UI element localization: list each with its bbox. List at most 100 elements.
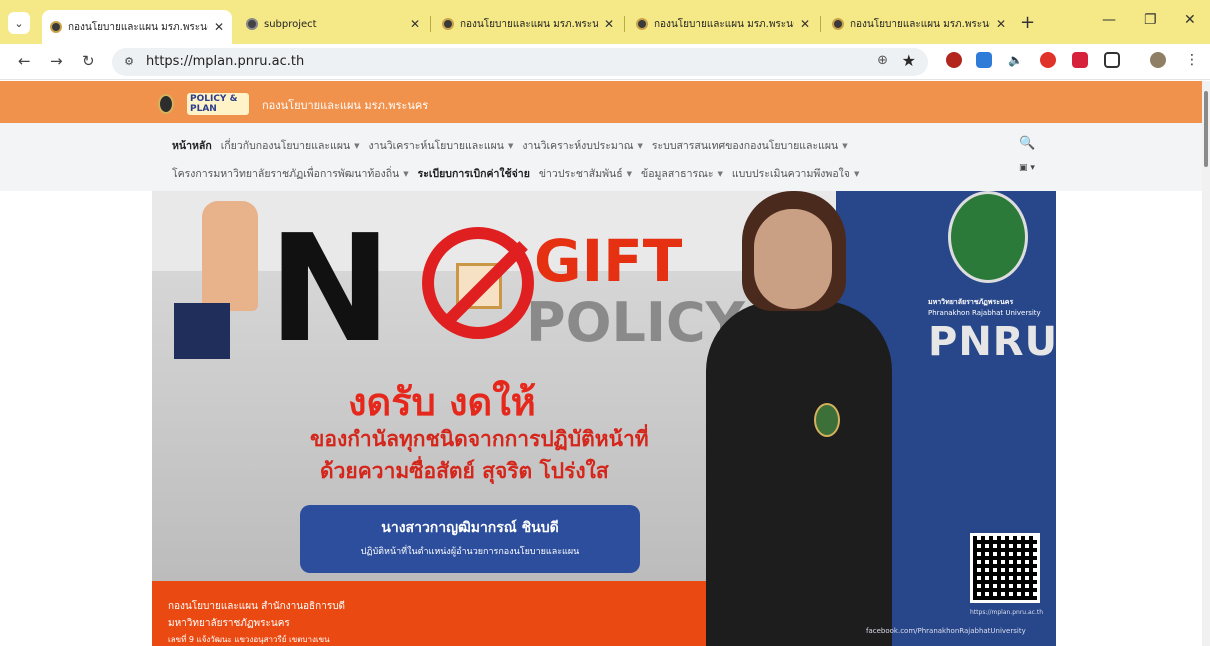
- chevron-down-icon: ▼: [853, 169, 860, 178]
- reload-icon[interactable]: ↻: [82, 52, 95, 70]
- subheadline-line-2: ของกำนัลทุกชนิดจากการปฏิบัติหน้าที่: [310, 427, 649, 451]
- menu-item-label: แบบประเมินความพึงพอใจ: [731, 168, 850, 180]
- menu-item-label: เกี่ยวกับกองนโยบายและแผน: [220, 140, 351, 152]
- university-seal-icon[interactable]: [158, 94, 174, 114]
- person-name: นางสาวกาญฒิมากรณ์ ชินบดี: [381, 520, 559, 536]
- menu-item[interactable]: เกี่ยวกับกองนโยบายและแผน ▼: [221, 137, 360, 154]
- qr-url: https://mplan.pnru.ac.th: [970, 609, 1044, 616]
- tab-4[interactable]: กองนโยบายและแผน มรภ.พระนคร ✕: [628, 10, 818, 38]
- university-seal-large: [948, 191, 1028, 283]
- menu-item-label: ระบบสารสนเทศของกองนโยบายและแผน: [651, 140, 839, 152]
- more-menu-icon[interactable]: ⋮: [1184, 52, 1200, 68]
- minimize-button[interactable]: —: [1102, 12, 1116, 28]
- pnru-wordmark: PNRU: [928, 319, 1056, 365]
- chevron-down-icon: ▼: [403, 169, 409, 178]
- site-header: POLICY & PLAN กองนโยบายและแผน มรภ.พระนคร: [0, 81, 1202, 123]
- menu-item[interactable]: หน้าหลัก: [172, 137, 212, 154]
- menu-item[interactable]: โครงการมหาวิทยาลัยราชภัฏเพื่อการพัฒนาท้อ…: [172, 165, 409, 182]
- site-info-icon[interactable]: ⚙: [120, 53, 138, 71]
- close-icon[interactable]: ✕: [214, 20, 224, 34]
- tab-title: กองนโยบายและแผน มรภ.พระนคร: [654, 18, 794, 30]
- search-icon[interactable]: 🔍: [1019, 136, 1035, 151]
- extension-icon[interactable]: [976, 52, 992, 68]
- language-icon[interactable]: ▣ ▾: [1019, 163, 1035, 173]
- profile-avatar[interactable]: [1150, 52, 1166, 68]
- gift-text: GIFT: [534, 227, 683, 295]
- name-box: นางสาวกาญฒิมากรณ์ ชินบดี ปฏิบัติหน้าที่ใ…: [300, 505, 640, 573]
- stop-hand-image: [202, 201, 258, 311]
- lapel-badge-icon: [814, 403, 840, 437]
- menu-item-label: งานวิเคราะห์งบประมาณ: [522, 140, 634, 152]
- back-icon[interactable]: ←: [18, 52, 31, 70]
- chevron-down-icon: ▼: [717, 169, 723, 178]
- seal-icon: [50, 21, 62, 33]
- scrollbar[interactable]: [1202, 81, 1210, 646]
- menu-item-label: ข่าวประชาสัมพันธ์: [538, 168, 623, 180]
- address-bar[interactable]: ⚙ https://mplan.pnru.ac.th ⊕ ★: [112, 48, 928, 76]
- face: [754, 209, 832, 309]
- tab-2[interactable]: subproject ✕: [238, 10, 428, 38]
- no-letter-n: N: [268, 203, 392, 375]
- policy-plan-logo[interactable]: POLICY & PLAN: [187, 93, 249, 115]
- footer-line-1: กองนโยบายและแผน สำนักงานอธิการบดี: [168, 601, 346, 612]
- browser-toolbar: ← → ↻ ⚙ https://mplan.pnru.ac.th ⊕ ★: [0, 44, 1210, 80]
- close-window-button[interactable]: ✕: [1184, 12, 1196, 28]
- seal-icon: [636, 18, 648, 30]
- prohibition-slash: [440, 241, 528, 329]
- menu-item[interactable]: แบบประเมินความพึงพอใจ ▼: [732, 165, 859, 182]
- extensions-puzzle-icon[interactable]: [1104, 52, 1120, 68]
- chevron-down-icon: ▼: [354, 141, 360, 150]
- close-icon[interactable]: ✕: [410, 17, 420, 31]
- ublock-icon[interactable]: [946, 52, 962, 68]
- menu-item[interactable]: งานวิเคราะห์นโยบายและแผน ▼: [369, 137, 514, 154]
- extension-shield-icon[interactable]: [1040, 52, 1056, 68]
- menu-item[interactable]: งานวิเคราะห์งบประมาณ ▼: [522, 137, 643, 154]
- person-role: ปฏิบัติหน้าที่ในตำแหน่งผู้อำนวยการกองนโย…: [360, 547, 580, 557]
- menu-item[interactable]: ข่าวประชาสัมพันธ์ ▼: [539, 165, 632, 182]
- close-icon[interactable]: ✕: [800, 17, 810, 31]
- url-text[interactable]: https://mplan.pnru.ac.th: [146, 54, 304, 69]
- menu-item[interactable]: ระเบียบการเบิกค่าใช้จ่าย: [418, 165, 530, 182]
- seal-icon: [442, 18, 454, 30]
- site-name[interactable]: กองนโยบายและแผน มรภ.พระนคร: [262, 96, 428, 114]
- extension-red-icon[interactable]: [1072, 52, 1088, 68]
- menu-item-label: งานวิเคราะห์นโยบายและแผน: [368, 140, 504, 152]
- tab-title: subproject: [264, 18, 317, 30]
- chevron-down-icon: ▼: [637, 141, 643, 150]
- seal-icon: [832, 18, 844, 30]
- main-menu: หน้าหลัก เกี่ยวกับกองนโยบายและแผน ▼ งานวิเค…: [0, 123, 1202, 191]
- qr-code: [970, 533, 1040, 603]
- menu-item-label: ระเบียบการเบิกค่าใช้จ่าย: [417, 168, 530, 180]
- restore-button[interactable]: ❐: [1144, 12, 1157, 28]
- footer-line-2: มหาวิทยาลัยราชภัฏพระนคร: [168, 618, 290, 629]
- tab-title: กองนโยบายและแผน มรภ.พระนคร: [68, 21, 208, 33]
- university-name-thai: มหาวิทยาลัยราชภัฏพระนคร: [928, 298, 1014, 306]
- menu-item-label: หน้าหลัก: [172, 140, 212, 152]
- menu-item[interactable]: ระบบสารสนเทศของกองนโยบายและแผน ▼: [652, 137, 848, 154]
- university-name-english: Phranakhon Rajabhat University: [928, 309, 1041, 317]
- close-icon[interactable]: ✕: [604, 17, 614, 31]
- scrollbar-thumb[interactable]: [1204, 91, 1208, 167]
- speaker-icon[interactable]: 🔈: [1008, 52, 1024, 68]
- bookmark-star-icon[interactable]: ★: [902, 51, 916, 70]
- chevron-down-icon: ▼: [507, 141, 514, 150]
- no-gift-policy-banner: N GIFT POLICY งดรับ งดให้ ของกำนัลทุกชนิ…: [152, 191, 1056, 646]
- tab-5[interactable]: กองนโยบายและแผน มรภ.พระนคร ✕: [824, 10, 1014, 38]
- menu-row-2: โครงการมหาวิทยาลัยราชภัฏเพื่อการพัฒนาท้อ…: [172, 165, 859, 182]
- zoom-icon[interactable]: ⊕: [877, 53, 888, 68]
- new-tab-button[interactable]: +: [1020, 12, 1035, 33]
- close-icon[interactable]: ✕: [996, 17, 1006, 31]
- chevron-down-icon: ▼: [626, 169, 633, 178]
- menu-item[interactable]: ข้อมูลสาธารณะ ▼: [641, 165, 723, 182]
- subheadline-line-3: ด้วยความซื่อสัตย์ สุจริต โปร่งใส: [320, 459, 609, 483]
- menu-item-label: โครงการมหาวิทยาลัยราชภัฏเพื่อการพัฒนาท้อ…: [172, 168, 400, 180]
- footer-line-3: เลขที่ 9 แจ้งวัฒนะ แขวงอนุสาวรีย์ เขตบาง…: [168, 635, 330, 644]
- tab-1[interactable]: กองนโยบายและแผน มรภ.พระนคร ✕: [42, 10, 232, 44]
- tab-3[interactable]: กองนโยบายและแผน มรภ.พระนคร ✕: [434, 10, 622, 38]
- menu-item-label: ข้อมูลสาธารณะ: [641, 168, 714, 180]
- globe-icon: [246, 18, 258, 30]
- tab-title: กองนโยบายและแผน มรภ.พระนคร: [460, 18, 598, 30]
- suit: [706, 301, 892, 646]
- forward-icon[interactable]: →: [50, 52, 63, 70]
- tab-search-button[interactable]: ⌄: [8, 12, 30, 34]
